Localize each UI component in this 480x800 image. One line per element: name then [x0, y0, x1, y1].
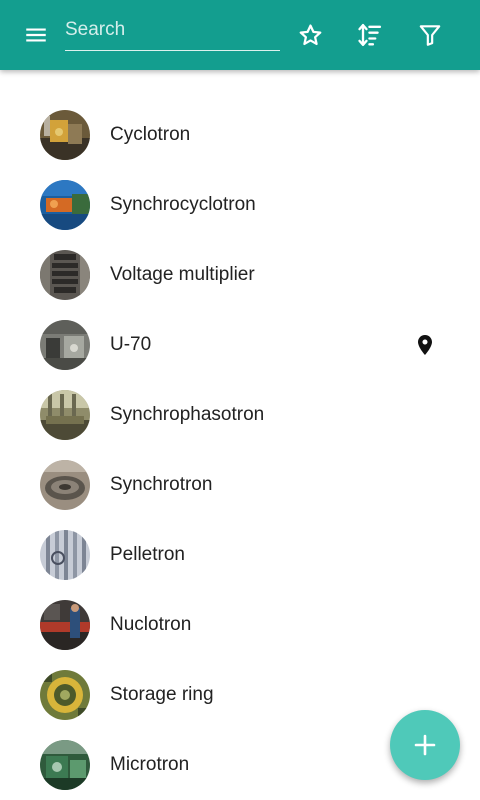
list-item-label: Microtron — [110, 754, 190, 775]
list-item[interactable]: Synchrotron — [0, 450, 480, 520]
app-bar — [0, 0, 480, 70]
thumbnail-image — [40, 670, 90, 720]
menu-button[interactable] — [14, 0, 58, 70]
list-item-label: Synchrotron — [110, 474, 213, 495]
list-item-label: U-70 — [110, 334, 152, 355]
thumbnail-image — [40, 600, 90, 650]
thumbnail-image — [40, 180, 90, 230]
location-pin-icon[interactable] — [413, 333, 437, 357]
list-item-label: Storage ring — [110, 684, 214, 705]
thumbnail-image — [40, 460, 90, 510]
list-item-label: Synchrocyclotron — [110, 194, 256, 215]
list-item[interactable]: Synchrocyclotron — [0, 170, 480, 240]
thumbnail-image — [40, 390, 90, 440]
star-outline-icon — [299, 23, 321, 45]
thumbnail-image — [40, 320, 90, 370]
list-item[interactable]: Voltage multiplier — [0, 240, 480, 310]
add-button[interactable] — [390, 710, 460, 780]
thumbnail-image — [40, 110, 90, 160]
plus-icon — [414, 734, 436, 756]
filter-button[interactable] — [408, 0, 452, 70]
thumbnail-image — [40, 250, 90, 300]
search-input[interactable] — [65, 14, 280, 46]
search-field[interactable] — [65, 14, 280, 51]
sort-button[interactable] — [348, 0, 392, 70]
list-item[interactable]: Nuclotron — [0, 590, 480, 660]
menu-icon — [26, 28, 46, 42]
sort-icon — [358, 23, 382, 47]
list-item-label: Pelletron — [110, 544, 185, 565]
list-item-label: Nuclotron — [110, 614, 192, 635]
favorites-button[interactable] — [288, 0, 332, 70]
accelerator-list: Cyclotron Synchrocyclotron Voltage multi… — [0, 100, 480, 800]
list-item-label: Cyclotron — [110, 124, 191, 145]
list-item[interactable]: Pelletron — [0, 520, 480, 590]
thumbnail-image — [40, 530, 90, 580]
list-item-label: Synchrophasotron — [110, 404, 265, 425]
list-item[interactable]: U-70 — [0, 310, 480, 380]
list-item[interactable]: Synchrophasotron — [0, 380, 480, 450]
list-item-label: Voltage multiplier — [110, 264, 255, 285]
list-item[interactable]: Cyclotron — [0, 100, 480, 170]
filter-icon — [419, 25, 441, 46]
thumbnail-image — [40, 740, 90, 790]
